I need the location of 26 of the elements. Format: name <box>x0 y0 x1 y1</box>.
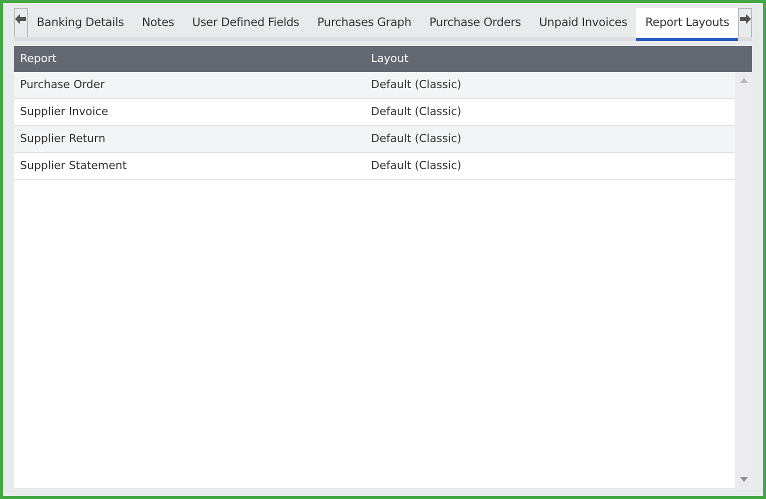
tab[interactable]: Banking Details <box>28 8 133 37</box>
scroll-right-button[interactable] <box>738 8 752 37</box>
table-cell-text: Default (Classic) <box>371 76 462 93</box>
table-row[interactable]: Supplier Statement Default (Classic) <box>14 153 735 180</box>
table-cell-text: Supplier Return <box>19 130 106 147</box>
tab[interactable]: User Defined Fields <box>183 8 308 37</box>
table-cell-text: Purchase Order <box>19 76 106 93</box>
column-header[interactable]: Report <box>14 50 371 68</box>
scroll-down-icon[interactable] <box>740 477 748 482</box>
table-row[interactable]: Purchase Order Default (Classic) <box>14 72 735 99</box>
tab[interactable]: Purchase Orders <box>420 8 530 37</box>
table-row[interactable]: Supplier Return Default (Classic) <box>14 126 735 153</box>
scroll-left-button[interactable] <box>14 8 28 37</box>
tab[interactable]: Purchases Graph <box>308 8 420 37</box>
table-cell-text: Default (Classic) <box>371 158 462 174</box>
tab[interactable]: Report Layouts <box>636 8 738 41</box>
table-cell-text: Default (Classic) <box>371 104 462 120</box>
tab[interactable]: Unpaid Invoices <box>530 8 636 37</box>
right-arrow-icon <box>740 14 751 24</box>
scroll-up-icon[interactable] <box>740 78 748 83</box>
left-arrow-icon <box>15 14 26 24</box>
tab[interactable]: Notes <box>132 8 184 37</box>
column-header[interactable]: Layout <box>371 50 752 68</box>
table-cell-text: Supplier Statement <box>19 158 128 174</box>
table-cell-text: Supplier Invoice <box>19 104 110 120</box>
table-cell-text: Default (Classic) <box>371 130 462 147</box>
